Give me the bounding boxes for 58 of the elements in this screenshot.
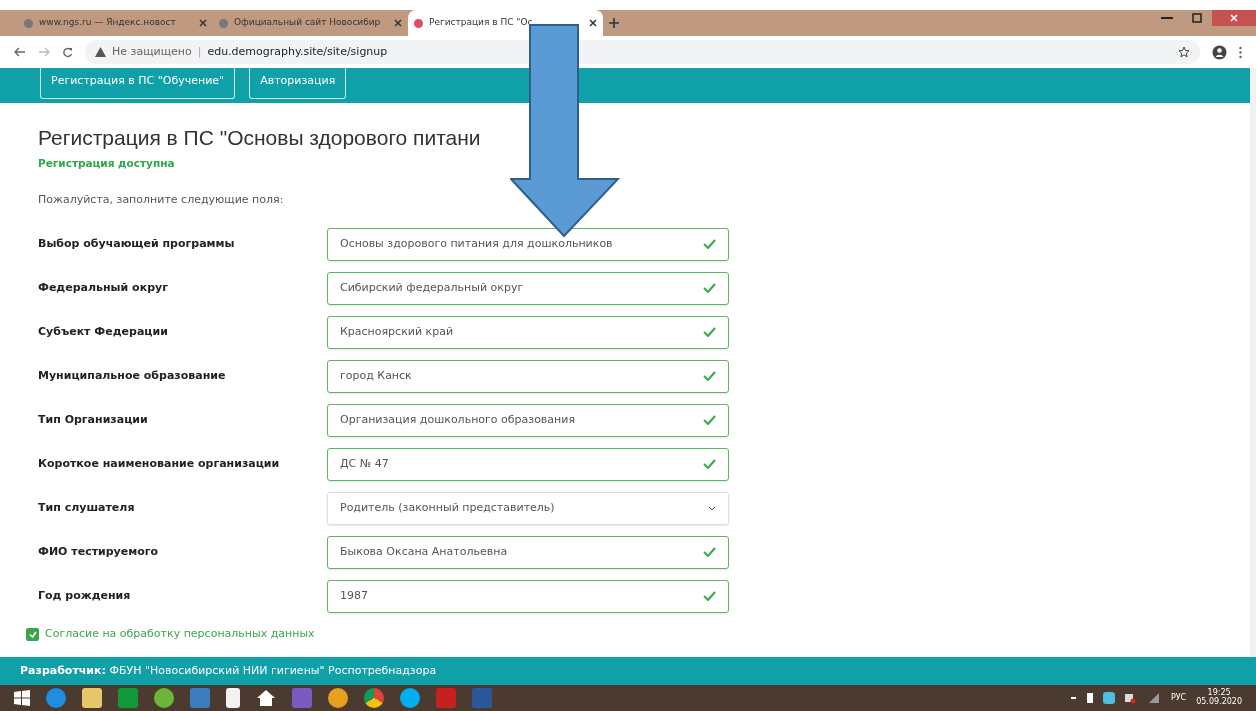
check-icon xyxy=(703,239,716,250)
field-label: Федеральный округ xyxy=(38,280,169,297)
checkbox[interactable] xyxy=(26,628,39,642)
check-icon xyxy=(703,327,716,338)
separator: | xyxy=(197,43,202,60)
check-icon xyxy=(703,371,716,382)
home-icon[interactable] xyxy=(256,689,276,707)
menu-icon[interactable] xyxy=(1239,45,1242,59)
field-label: Год рождения xyxy=(38,588,132,605)
check-icon xyxy=(703,547,716,558)
page-heading: Регистрация в ПС "Основы здорового питани xyxy=(38,125,482,151)
minimize-icon[interactable] xyxy=(1161,16,1173,20)
back-icon[interactable] xyxy=(14,47,26,57)
windows-icon[interactable] xyxy=(14,690,30,706)
profile-icon[interactable] xyxy=(1212,44,1227,60)
footer-text: Разработчик: ФБУН "Новосибирский НИИ гигиены" Роспотребнадзора xyxy=(0,657,1256,685)
tab-favicon-icon xyxy=(219,18,228,28)
input-field[interactable]: Красноярский край xyxy=(327,315,729,349)
input-field[interactable]: 1987 xyxy=(327,579,729,613)
field-label: Субъект Федерации xyxy=(38,324,169,341)
check-icon xyxy=(703,459,716,470)
checkbox-label: Согласие на обработку персональных данных xyxy=(45,626,315,643)
security-label: Не защищено xyxy=(112,43,192,60)
field-label: Тип слушателя xyxy=(38,500,136,517)
warning-icon xyxy=(95,47,106,57)
tab-favicon-icon xyxy=(24,18,33,28)
scrollbar[interactable] xyxy=(1250,68,1256,657)
select-field[interactable]: Родитель (законный представитель) xyxy=(327,491,729,525)
field-label: Короткое наименование организации xyxy=(38,456,281,473)
field-label: Тип Организации xyxy=(38,412,149,429)
status-text: Регистрация доступна xyxy=(38,156,176,172)
input-field[interactable]: город Канск xyxy=(327,359,729,393)
field-label: Муниципальное образование xyxy=(38,368,227,385)
tray-icons[interactable] xyxy=(1070,692,1161,704)
field-label: Выбор обучающей программы xyxy=(38,236,236,253)
check-icon xyxy=(703,283,716,294)
star-icon[interactable] xyxy=(1178,46,1190,58)
close-button[interactable] xyxy=(1212,10,1256,26)
reload-icon[interactable] xyxy=(62,46,73,58)
intro-text: Пожалуйста, заполните следующие поля: xyxy=(38,191,285,208)
address-bar[interactable]: Не защищено | edu.demography.site/site/signup xyxy=(85,40,1200,64)
browser-tab[interactable]: Официальный сайт Новосибир xyxy=(213,10,408,36)
close-icon[interactable] xyxy=(1230,14,1238,22)
check-icon xyxy=(703,591,716,602)
tab-favicon-icon xyxy=(414,18,423,28)
check-icon xyxy=(703,415,716,426)
url-text: edu.demography.site/site/signup xyxy=(207,43,388,60)
browser-tab[interactable]: www.ngs.ru — Яндекс.новост xyxy=(18,10,213,36)
input-field[interactable]: Быкова Оксана Анатольевна xyxy=(327,535,729,569)
input-field[interactable]: Сибирский федеральный округ xyxy=(327,271,729,305)
maximize-icon[interactable] xyxy=(1192,13,1202,23)
field-label: ФИО тестируемого xyxy=(38,544,160,561)
caret-icon xyxy=(708,505,716,511)
input-field[interactable]: ДС № 47 xyxy=(327,447,729,481)
clock[interactable]: 19:25 05.09.2020 xyxy=(1196,689,1242,707)
input-field[interactable]: Организация дошкольного образования xyxy=(327,403,729,437)
language-indicator[interactable]: РУС xyxy=(1170,692,1187,704)
input-field[interactable]: Основы здорового питания для дошкольников xyxy=(327,227,729,261)
